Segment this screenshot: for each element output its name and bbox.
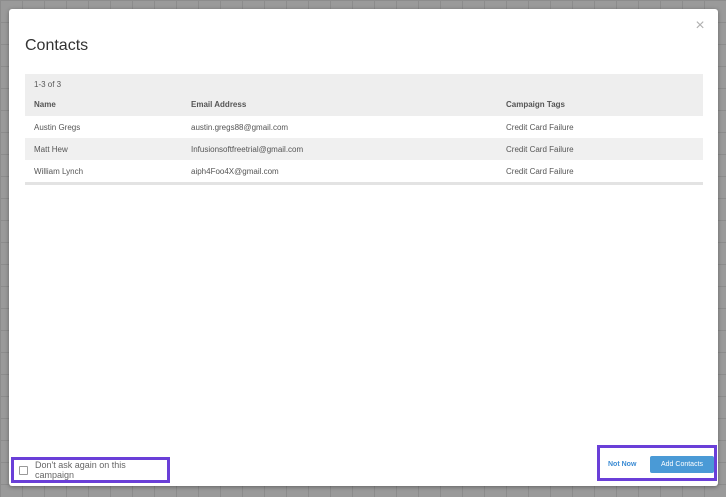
cell-campaign-tag: Credit Card Failure [506,145,574,154]
dont-ask-again-option: Don't ask again on this campaign [11,457,170,483]
modal-title: Contacts [25,37,89,54]
contacts-modal: Contacts × 1-3 of 3 Name Email Address C… [9,9,718,486]
add-contacts-button[interactable]: Add Contacts [650,456,714,473]
dont-ask-again-checkbox[interactable] [19,465,28,475]
cell-name: William Lynch [34,167,84,176]
table-row[interactable]: William Lynch aiph4Foo4X@gmail.com Credi… [25,160,703,182]
column-header-campaign-tags[interactable]: Campaign Tags [506,100,565,109]
cell-campaign-tag: Credit Card Failure [506,167,574,176]
cell-name: Matt Hew [34,145,68,154]
table-body: Austin Gregs austin.gregs88@gmail.com Cr… [25,116,703,182]
close-icon[interactable]: × [692,18,708,34]
not-now-button[interactable]: Not Now [608,461,636,468]
dont-ask-again-label[interactable]: Don't ask again on this campaign [35,460,167,480]
table-row[interactable]: Austin Gregs austin.gregs88@gmail.com Cr… [25,116,703,138]
table-row[interactable]: Matt Hew Infusionsoftfreetrial@gmail.com… [25,138,703,160]
column-header-name[interactable]: Name [34,100,56,109]
cell-email: austin.gregs88@gmail.com [191,123,289,132]
result-count: 1-3 of 3 [34,80,62,89]
table-header: 1-3 of 3 Name Email Address Campaign Tag… [25,74,703,116]
cell-email: aiph4Foo4X@gmail.com [191,167,279,176]
modal-actions: Not Now Add Contacts [597,445,717,481]
cell-name: Austin Gregs [34,123,81,132]
cell-campaign-tag: Credit Card Failure [506,123,574,132]
cell-email: Infusionsoftfreetrial@gmail.com [191,145,304,154]
column-header-email[interactable]: Email Address [191,100,246,109]
contacts-table: 1-3 of 3 Name Email Address Campaign Tag… [25,74,703,185]
